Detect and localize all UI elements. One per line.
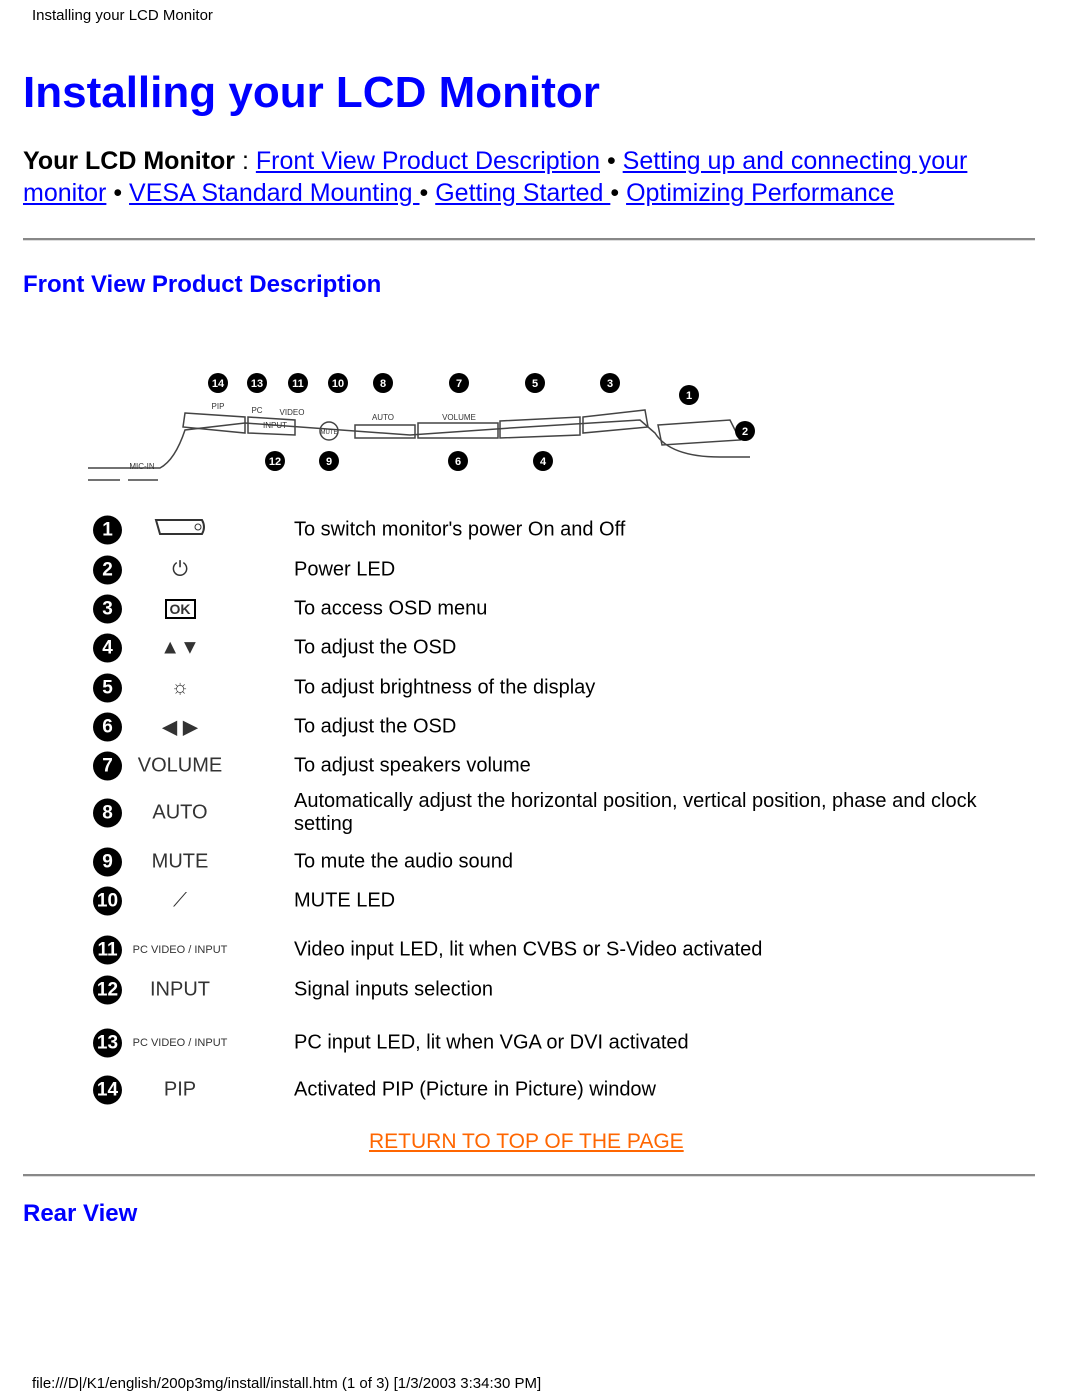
number-badge: 4 [93, 633, 122, 663]
volume-label: VOLUME [137, 754, 223, 777]
section-heading-front-view: Front View Product Description [23, 271, 382, 298]
label-video: VIDEO [280, 408, 305, 417]
label-input: INPUT [263, 421, 287, 430]
number-badge: 1 [93, 515, 122, 545]
item-description: To adjust the OSD [294, 636, 457, 659]
label-volume: VOLUME [442, 413, 476, 422]
callout-13: 13 [251, 378, 263, 390]
mute-led-icon: ⟋ [173, 889, 187, 912]
callout-5: 5 [532, 378, 538, 390]
page-title: Installing your LCD Monitor [23, 68, 600, 117]
video-input-led-icon: PC VIDEO / INPUT [132, 944, 228, 956]
number-badge: 11 [93, 935, 122, 965]
number-badge: 8 [93, 798, 122, 828]
bullet: • [606, 147, 616, 175]
label-mute: MUTE [321, 430, 338, 436]
nav-links: Your LCD Monitor : Front View Product De… [23, 145, 1023, 209]
callout-8: 8 [380, 378, 386, 390]
mute-label: MUTE [151, 850, 209, 873]
callout-3: 3 [607, 378, 613, 390]
item-description: To adjust speakers volume [294, 754, 531, 777]
callout-2: 2 [742, 426, 748, 438]
item-description: Signal inputs selection [294, 978, 494, 1001]
label-mic-in: MIC-IN [129, 462, 155, 471]
item-description: Power LED [294, 558, 396, 581]
item-description: To adjust the OSD [294, 715, 457, 738]
divider [23, 238, 1035, 241]
brightness-icon: ☼ [170, 676, 190, 699]
link-vesa[interactable]: VESA Standard Mounting [129, 179, 419, 207]
item-description: To mute the audio sound [294, 850, 514, 873]
number-badge: 2 [93, 555, 122, 585]
item-description: MUTE LED [294, 889, 396, 912]
bullet: • [113, 179, 123, 207]
auto-label: AUTO [152, 801, 208, 824]
item-description: Activated PIP (Picture in Picture) windo… [294, 1078, 657, 1101]
power-symbol-icon: ⏻ [172, 558, 188, 581]
link-front-view[interactable]: Front View Product Description [256, 147, 600, 175]
item-description: Automatically adjust the horizontal posi… [294, 790, 977, 835]
divider [23, 1174, 1035, 1177]
label-auto: AUTO [372, 413, 394, 422]
callout-6: 6 [455, 456, 461, 468]
bullet: • [419, 179, 429, 207]
number-badge: 3 [93, 594, 122, 624]
item-description: To switch monitor's power On and Off [294, 518, 626, 541]
input-label: INPUT [150, 978, 210, 1001]
callout-1: 1 [686, 390, 692, 402]
callout-9: 9 [326, 456, 332, 468]
callout-14: 14 [212, 378, 225, 390]
pip-label: PIP [163, 1078, 197, 1101]
callout-10: 10 [332, 378, 344, 390]
return-link-wrap: RETURN TO TOP OF THE PAGE [369, 1130, 684, 1154]
nav-sep: : [241, 147, 249, 175]
item-description: PC input LED, lit when VGA or DVI activa… [294, 1031, 689, 1054]
callout-4: 4 [540, 456, 547, 468]
return-to-top-link[interactable]: RETURN TO TOP OF THE PAGE [369, 1130, 684, 1153]
pc-input-led-icon: PC VIDEO / INPUT [132, 1037, 228, 1049]
number-badge: 10 [93, 886, 122, 916]
label-pip: PIP [212, 402, 225, 411]
number-badge: 5 [93, 673, 122, 703]
callout-11: 11 [292, 378, 304, 390]
label-pc: PC [251, 406, 262, 415]
number-badge: 14 [93, 1075, 122, 1105]
number-badge: 9 [93, 847, 122, 877]
power-button-icon [130, 517, 230, 543]
number-badge: 6 [93, 712, 122, 742]
ok-text: OK [164, 599, 196, 619]
up-down-triangle-icon: ▲▼ [160, 636, 200, 659]
page-footer: file:///D|/K1/english/200p3mg/install/in… [32, 1375, 542, 1392]
callout-7: 7 [456, 378, 462, 390]
link-getting-started[interactable]: Getting Started [435, 179, 610, 207]
number-badge: 13 [93, 1028, 122, 1058]
item-description: To access OSD menu [294, 597, 488, 620]
link-optimizing[interactable]: Optimizing Performance [626, 179, 894, 207]
ok-icon: OK [130, 599, 230, 619]
page-header: Installing your LCD Monitor [32, 7, 213, 24]
bullet: • [610, 179, 620, 207]
callout-12: 12 [269, 456, 281, 468]
item-description: To adjust brightness of the display [294, 676, 596, 699]
front-panel-diagram: 14 13 11 10 8 7 5 3 1 2 12 9 6 4 PIP PC … [88, 373, 755, 481]
item-description: Video input LED, lit when CVBS or S-Vide… [294, 938, 763, 961]
section-heading-rear-view: Rear View [23, 1200, 138, 1227]
number-badge: 12 [93, 975, 122, 1005]
nav-label: Your LCD Monitor [23, 147, 235, 175]
number-badge: 7 [93, 751, 122, 781]
left-right-triangle-icon: ◀ ▶ [161, 716, 199, 739]
